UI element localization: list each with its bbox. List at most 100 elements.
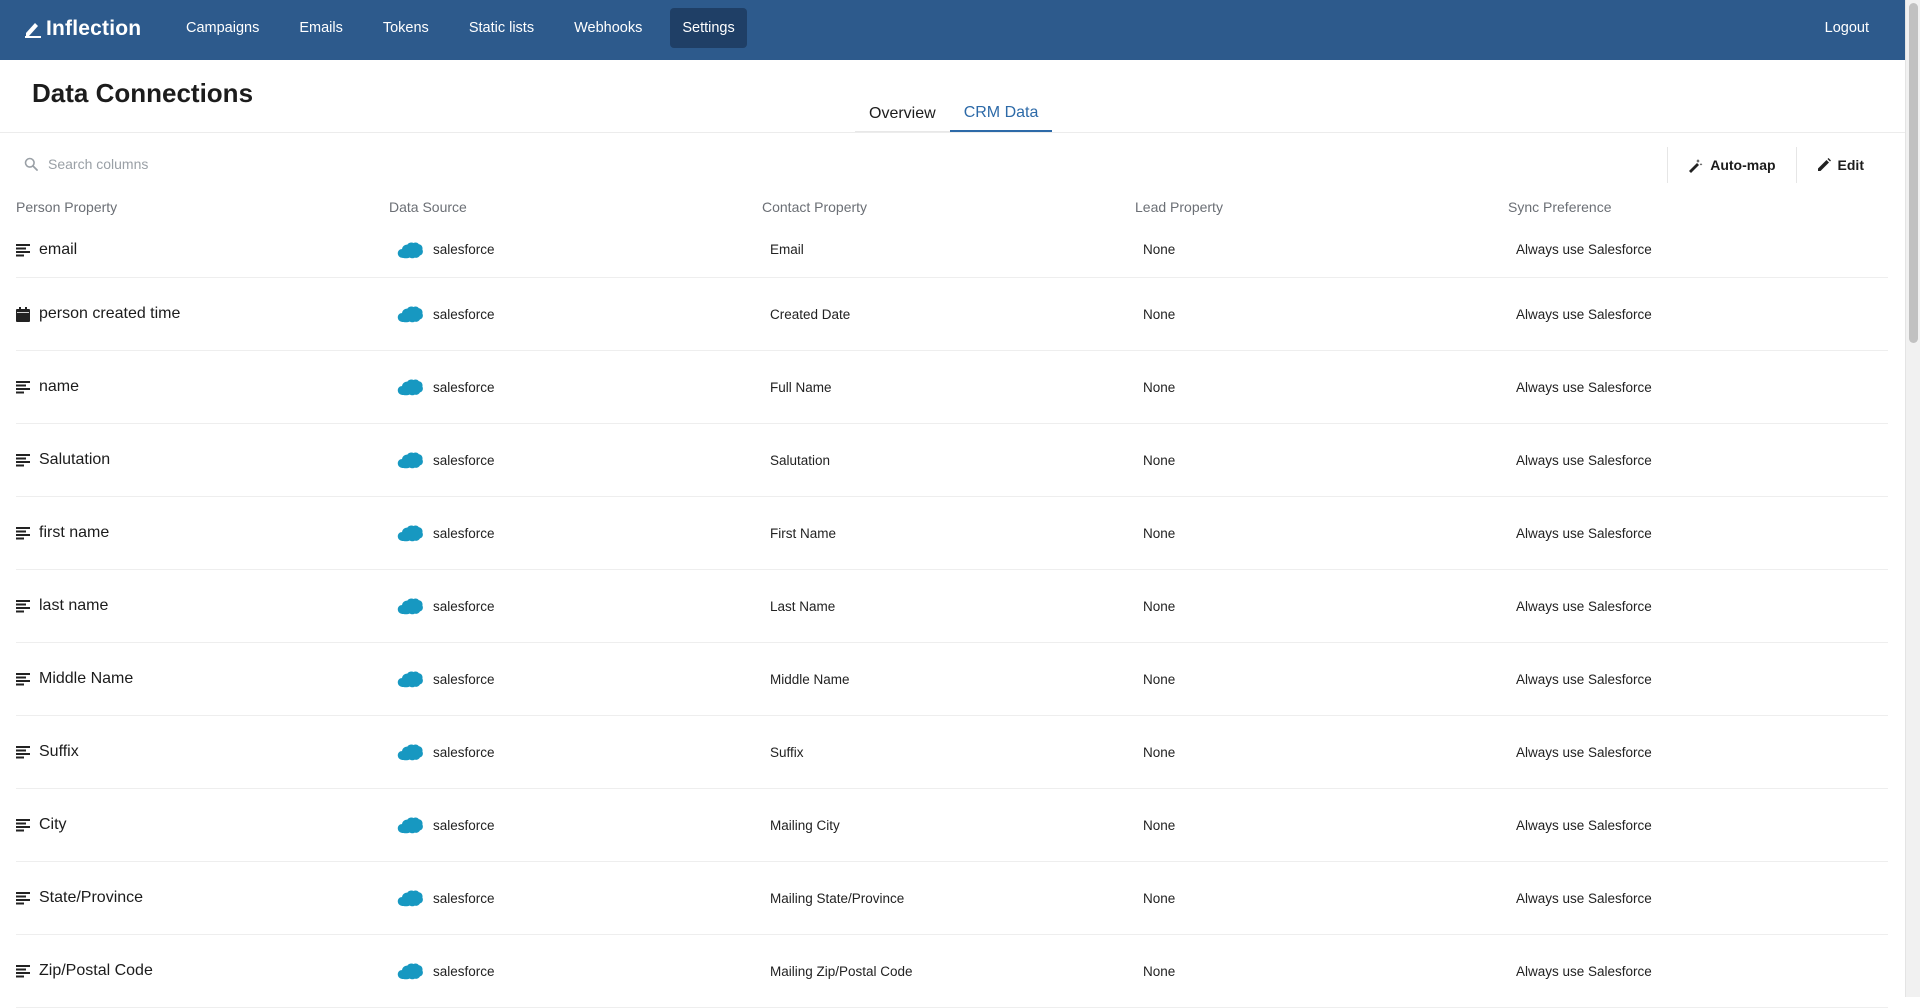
cell-lead-property: None — [1143, 306, 1176, 322]
calendar-icon — [16, 306, 30, 322]
table-row[interactable]: first name salesforce First Name None Always… — [16, 497, 1888, 570]
cell-sync-preference: Always use Salesforce — [1516, 306, 1652, 322]
table-row[interactable]: City salesforce Mailing City None Always use… — [16, 789, 1888, 862]
cell-data-source: salesforce — [389, 378, 762, 396]
cell-sync-preference: Always use Salesforce — [1516, 452, 1652, 468]
table-row[interactable]: State/Province salesforce Mailing State/Pr… — [16, 862, 1888, 935]
text-icon — [16, 526, 30, 540]
table-body: email salesforce Email None Always use Sales… — [16, 222, 1888, 1008]
cell-person-property: email — [16, 241, 389, 259]
table-row[interactable]: last name salesforce Last Name None Always u… — [16, 570, 1888, 643]
salesforce-cloud-icon — [397, 305, 423, 323]
cell-data-source: salesforce — [389, 816, 762, 834]
cell-contact-property: Suffix — [770, 744, 804, 760]
toolbar-actions: Auto-map Edit — [1661, 147, 1878, 183]
cell-person-property: person created time — [16, 305, 389, 323]
data-source-label: salesforce — [433, 890, 495, 906]
data-source-label: salesforce — [433, 598, 495, 614]
table-row[interactable]: email salesforce Email None Always use Sales… — [16, 222, 1888, 278]
nav-item-campaigns[interactable]: Campaigns — [174, 8, 271, 48]
table-row[interactable]: Suffix salesforce Suffix None Always use Sal… — [16, 716, 1888, 789]
cell-sync-preference: Always use Salesforce — [1516, 671, 1652, 687]
person-property-label: name — [39, 378, 80, 395]
page-title: Data Connections — [32, 78, 254, 108]
cell-sync-preference: Always use Salesforce — [1516, 525, 1652, 541]
pencil-logo-icon — [25, 23, 41, 38]
cell-sync-preference: Always use Salesforce — [1516, 890, 1652, 906]
data-source-label: salesforce — [433, 242, 495, 257]
person-property-label: Salutation — [39, 451, 111, 468]
brand-logo[interactable]: Inflection — [24, 15, 141, 43]
tab-overview[interactable]: Overview — [855, 96, 950, 132]
toolbar-divider — [1667, 147, 1669, 183]
tab-crm-data[interactable]: CRM Data — [949, 96, 1053, 132]
cell-person-property: Middle Name — [16, 670, 389, 688]
page-scrollbar[interactable] — [1905, 0, 1920, 997]
cell-contact-property: Email — [770, 242, 804, 257]
cell-data-source: salesforce — [389, 962, 762, 980]
column-header-lead-property[interactable]: Lead Property — [1135, 199, 1508, 215]
table-row[interactable]: Zip/Postal Code salesforce Mailing Zip/Pos… — [16, 935, 1888, 1008]
cell-contact-property: Last Name — [770, 598, 836, 614]
nav-item-static-lists[interactable]: Static lists — [457, 8, 546, 48]
column-header-data-source[interactable]: Data Source — [389, 199, 762, 215]
person-property-label: first name — [39, 524, 110, 541]
table-row[interactable]: Middle Name salesforce Middle Name None Alwa… — [16, 643, 1888, 716]
table-row[interactable]: person created time salesforce Created Dat… — [16, 278, 1888, 351]
salesforce-cloud-icon — [397, 597, 423, 615]
search-input[interactable] — [46, 155, 566, 173]
magic-wand-icon — [1689, 158, 1703, 173]
table-row[interactable]: Salutation salesforce Salutation None Always… — [16, 424, 1888, 497]
cell-sync-preference: Always use Salesforce — [1516, 963, 1652, 979]
salesforce-cloud-icon — [397, 670, 423, 688]
cell-lead-property: None — [1143, 242, 1176, 257]
crm-mapping-table: Person Property Data Source Contact Prop… — [16, 192, 1888, 1008]
cell-contact-property: Mailing City — [770, 817, 840, 833]
text-icon — [16, 818, 30, 832]
column-header-sync-preference[interactable]: Sync Preference — [1508, 199, 1881, 215]
cell-sync-preference: Always use Salesforce — [1516, 817, 1652, 833]
cell-person-property: City — [16, 816, 389, 834]
auto-map-button[interactable]: Auto-map — [1674, 148, 1789, 182]
column-header-person-property[interactable]: Person Property — [16, 199, 389, 215]
cell-sync-preference: Always use Salesforce — [1516, 242, 1652, 257]
salesforce-cloud-icon — [397, 816, 423, 834]
cell-sync-preference: Always use Salesforce — [1516, 744, 1652, 760]
cell-person-property: State/Province — [16, 889, 389, 907]
nav-item-webhooks[interactable]: Webhooks — [562, 8, 654, 48]
salesforce-cloud-icon — [397, 524, 423, 542]
cell-lead-property: None — [1143, 525, 1176, 541]
cell-sync-preference: Always use Salesforce — [1516, 379, 1652, 395]
text-icon — [16, 380, 30, 394]
cell-person-property: Suffix — [16, 743, 389, 761]
table-row[interactable]: name salesforce Full Name None Always use Sa… — [16, 351, 1888, 424]
cell-person-property: Salutation — [16, 451, 389, 469]
nav-item-tokens[interactable]: Tokens — [371, 8, 441, 48]
nav-item-emails[interactable]: Emails — [287, 8, 355, 48]
column-header-contact-property[interactable]: Contact Property — [762, 199, 1135, 215]
salesforce-cloud-icon — [397, 241, 423, 259]
toolbar-divider — [1795, 147, 1797, 183]
text-icon — [16, 745, 30, 759]
text-icon — [16, 243, 30, 257]
scrollbar-thumb[interactable] — [1909, 3, 1918, 343]
header-divider — [0, 132, 1905, 133]
edit-button[interactable]: Edit — [1803, 148, 1878, 182]
cell-contact-property: Mailing State/Province — [770, 890, 905, 906]
cell-contact-property: Middle Name — [770, 671, 850, 687]
cell-lead-property: None — [1143, 598, 1176, 614]
data-source-label: salesforce — [433, 744, 495, 760]
cell-lead-property: None — [1143, 452, 1176, 468]
cell-contact-property: First Name — [770, 525, 837, 541]
search-bar — [24, 152, 624, 176]
data-source-label: salesforce — [433, 817, 495, 833]
cell-data-source: salesforce — [389, 241, 762, 259]
nav-item-settings[interactable]: Settings — [670, 8, 747, 48]
cell-lead-property: None — [1143, 379, 1176, 395]
cell-data-source: salesforce — [389, 597, 762, 615]
cell-person-property: last name — [16, 597, 389, 615]
logout-button[interactable]: Logout — [1825, 8, 1869, 48]
person-property-label: State/Province — [39, 889, 144, 906]
main-nav: Campaigns Emails Tokens Static lists Web… — [174, 8, 763, 48]
cell-data-source: salesforce — [389, 889, 762, 907]
